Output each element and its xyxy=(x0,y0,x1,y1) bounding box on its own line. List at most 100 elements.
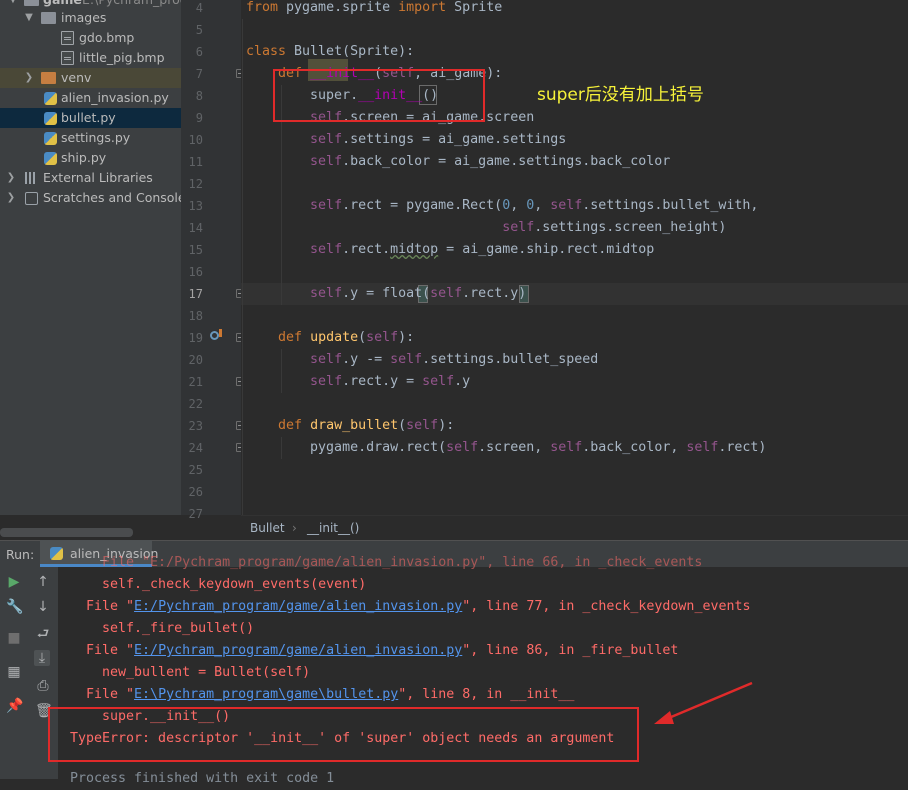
console-line: File "E:/Pychram_program/game/alien_inva… xyxy=(70,596,750,618)
console-text: File " xyxy=(70,687,135,702)
line-number: 19 xyxy=(188,331,203,345)
run-label: Run: xyxy=(6,547,35,562)
line-number: 27 xyxy=(188,507,203,521)
tree-item-label: External Libraries xyxy=(43,170,153,185)
chevron-right-icon[interactable]: ❯ xyxy=(6,168,16,188)
tree-item-alien-invasion-py[interactable]: alien_invasion.py xyxy=(0,88,181,108)
line-number: 14 xyxy=(188,221,203,235)
console-text: ", line 86, in _fire_bullet xyxy=(462,643,679,658)
tree-item-images[interactable]: ▼ images xyxy=(0,8,181,28)
line-number: 16 xyxy=(188,265,203,279)
console-text: ", line 77, in _check_keydown_events xyxy=(462,599,751,614)
layout-icon[interactable]: ▦ xyxy=(6,664,22,680)
file-link[interactable]: E:/Pychram_program/game/alien_invasion.p… xyxy=(134,599,462,614)
code-line[interactable]: pygame.draw.rect(self.screen, self.back_… xyxy=(246,437,766,459)
line-number: 15 xyxy=(188,243,203,257)
line-number: 6 xyxy=(195,45,203,59)
folder-icon xyxy=(41,12,56,24)
python-file-icon xyxy=(44,112,57,125)
arrow-down-icon[interactable]: ↓ xyxy=(35,599,51,615)
tree-item-bullet-py[interactable]: bullet.py xyxy=(0,108,181,128)
tree-item-settings-py[interactable]: settings.py xyxy=(0,128,181,148)
tree-item-scratches[interactable]: ❯ Scratches and Consoles xyxy=(0,188,181,208)
tree-item-venv[interactable]: ❯ venv xyxy=(0,68,181,88)
code-line[interactable]: self.y = float(self.rect.y) xyxy=(246,283,526,305)
breadcrumb-separator: › xyxy=(292,521,297,535)
tree-item-label: ship.py xyxy=(61,150,107,165)
tree-item-gdo-bmp[interactable]: gdo.bmp xyxy=(0,28,181,48)
run-icon[interactable]: ▶ xyxy=(6,574,22,590)
line-number: 22 xyxy=(188,397,203,411)
line-number: 4 xyxy=(195,1,203,15)
file-link[interactable]: E:/Pychram_program/game/alien_invasion.p… xyxy=(134,643,462,658)
line-number: 8 xyxy=(195,89,203,103)
override-marker-icon[interactable] xyxy=(210,331,219,340)
annotation-arrow-icon xyxy=(654,681,753,724)
line-number: 12 xyxy=(188,177,203,191)
python-file-icon xyxy=(50,547,63,560)
indent-guide xyxy=(242,19,243,519)
breadcrumb-item[interactable]: __init__() xyxy=(307,516,359,540)
horizontal-scrollbar[interactable] xyxy=(0,528,133,537)
console-line: File "E:\Pychram_program\game\bullet.py"… xyxy=(70,684,574,706)
wrench-icon[interactable]: 🔧 xyxy=(6,599,23,615)
tree-item-ship-py[interactable]: ship.py xyxy=(0,148,181,168)
console-text: File " xyxy=(70,599,135,614)
print-icon[interactable]: ⎙ xyxy=(35,678,51,694)
image-file-icon xyxy=(61,31,74,45)
line-number: 23 xyxy=(188,419,203,433)
code-line[interactable]: class Bullet(Sprite): xyxy=(246,41,414,63)
line-number: 10 xyxy=(188,133,203,147)
line-number: 5 xyxy=(195,23,203,37)
line-number: 26 xyxy=(188,485,203,499)
code-line[interactable]: def update(self): xyxy=(246,327,414,349)
line-number: 20 xyxy=(188,353,203,367)
code-line[interactable]: def draw_bullet(self): xyxy=(246,415,454,437)
annotation-box xyxy=(48,707,639,762)
code-line[interactable]: self.rect.y = self.y xyxy=(246,371,470,393)
annotation-note: super后没有加上括号 xyxy=(537,85,704,105)
project-tree: ▼ game E:\Pychram_prog ▼ images gdo.bmp … xyxy=(0,0,181,515)
line-number: 18 xyxy=(188,309,203,323)
stop-icon[interactable]: ■ xyxy=(6,630,22,646)
tree-item-label: venv xyxy=(61,70,92,85)
chevron-down-icon[interactable]: ▼ xyxy=(24,8,34,28)
python-file-icon xyxy=(44,132,57,145)
line-number: 25 xyxy=(188,463,203,477)
code-line[interactable]: self.rect = pygame.Rect(0, 0, self.setti… xyxy=(246,195,758,217)
tree-item-label: little_pig.bmp xyxy=(79,50,165,65)
code-line[interactable]: from pygame.sprite import Sprite xyxy=(246,0,502,19)
tree-item-label: gdo.bmp xyxy=(79,30,135,45)
code-line[interactable]: self.settings = ai_game.settings xyxy=(246,129,566,151)
chevron-right-icon[interactable]: ❯ xyxy=(6,188,16,208)
tree-item-label: Scratches and Consoles xyxy=(43,190,181,205)
tree-item-label: images xyxy=(61,10,107,25)
code-line[interactable]: self.back_color = ai_game.settings.back_… xyxy=(246,151,670,173)
python-file-icon xyxy=(44,152,57,165)
breadcrumb: Bullet › __init__() xyxy=(241,515,908,540)
file-link[interactable]: E:\Pychram_program\game\bullet.py xyxy=(134,687,398,702)
code-line[interactable]: self.settings.screen_height) xyxy=(246,217,726,239)
code-line[interactable]: self.y -= self.settings.bullet_speed xyxy=(246,349,598,371)
line-number: 21 xyxy=(188,375,203,389)
chevron-right-icon[interactable]: ❯ xyxy=(24,68,34,88)
arrow-up-icon[interactable]: ↑ xyxy=(35,574,51,590)
soft-wrap-icon[interactable]: ⮐ xyxy=(35,626,51,642)
annotation-box xyxy=(273,69,485,122)
tree-item-label: alien_invasion.py xyxy=(61,90,169,105)
line-number: 7 xyxy=(195,67,203,81)
console-line: File "E:/Pychram_program/game/alien_inva… xyxy=(70,555,703,570)
line-number-current: 17 xyxy=(188,287,203,301)
python-file-icon xyxy=(44,92,57,105)
scroll-to-end-icon[interactable]: ⤓ xyxy=(34,650,50,666)
breadcrumb-item[interactable]: Bullet xyxy=(250,516,285,540)
console-text: File " xyxy=(70,643,135,658)
code-line[interactable]: self.rect.midtop = ai_game.ship.rect.mid… xyxy=(246,239,654,261)
tree-item-little-pig-bmp[interactable]: little_pig.bmp xyxy=(0,48,181,68)
tree-item-label: settings.py xyxy=(61,130,131,145)
line-number: 13 xyxy=(188,199,203,213)
pin-icon[interactable]: 📌 xyxy=(6,698,23,714)
line-number: 24 xyxy=(188,441,203,455)
tree-item-external-libraries[interactable]: ❯ External Libraries xyxy=(0,168,181,188)
console-line: new_bullent = Bullet(self) xyxy=(70,665,311,680)
